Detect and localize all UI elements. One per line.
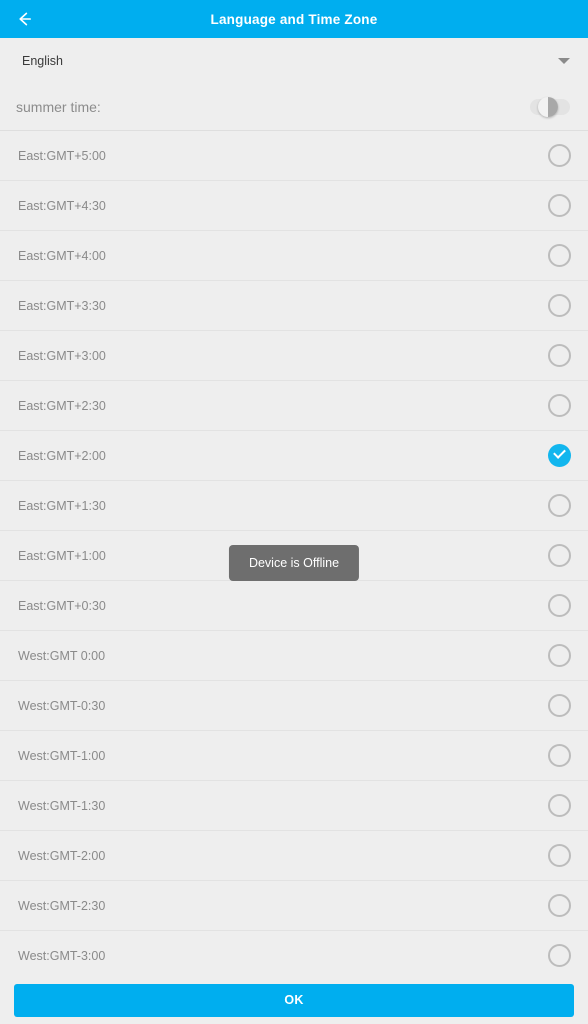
- timezone-row[interactable]: West:GMT-2:30: [0, 881, 588, 931]
- timezone-row[interactable]: East:GMT+2:30: [0, 381, 588, 431]
- footer-bar: OK: [0, 976, 588, 1024]
- radio-unselected-icon[interactable]: [548, 344, 571, 367]
- radio-unselected-icon[interactable]: [548, 594, 571, 617]
- radio-unselected-icon[interactable]: [548, 144, 571, 167]
- radio-unselected-icon[interactable]: [548, 194, 571, 217]
- timezone-row[interactable]: West:GMT-1:30: [0, 781, 588, 831]
- radio-selected-icon[interactable]: [548, 444, 571, 467]
- language-timezone-screen: Language and Time Zone English summer ti…: [0, 0, 588, 1024]
- timezone-row[interactable]: West:GMT-1:00: [0, 731, 588, 781]
- timezone-label: East:GMT+0:30: [18, 598, 106, 613]
- language-value: English: [22, 53, 63, 68]
- timezone-row[interactable]: West:GMT-2:00: [0, 831, 588, 881]
- app-bar: Language and Time Zone: [0, 0, 588, 38]
- language-select[interactable]: English: [0, 38, 588, 83]
- timezone-label: West:GMT-1:30: [18, 798, 106, 813]
- timezone-label: West:GMT-2:30: [18, 898, 106, 913]
- timezone-row[interactable]: West:GMT-0:30: [0, 681, 588, 731]
- timezone-row[interactable]: East:GMT+4:00: [0, 231, 588, 281]
- page-title: Language and Time Zone: [210, 11, 378, 27]
- timezone-row[interactable]: East:GMT+2:00: [0, 431, 588, 481]
- chevron-down-icon: [558, 57, 570, 64]
- timezone-label: East:GMT+3:00: [18, 348, 106, 363]
- timezone-row[interactable]: East:GMT+3:00: [0, 331, 588, 381]
- radio-unselected-icon[interactable]: [548, 794, 571, 817]
- timezone-label: East:GMT+2:30: [18, 398, 106, 413]
- summer-time-row: summer time:: [0, 83, 588, 131]
- timezone-label: East:GMT+4:30: [18, 198, 106, 213]
- radio-unselected-icon[interactable]: [548, 694, 571, 717]
- timezone-label: West:GMT-0:30: [18, 698, 106, 713]
- summer-time-label: summer time:: [16, 98, 101, 115]
- timezone-row[interactable]: West:GMT-3:00: [0, 931, 588, 976]
- radio-unselected-icon[interactable]: [548, 294, 571, 317]
- radio-unselected-icon[interactable]: [548, 944, 571, 967]
- timezone-label: West:GMT-2:00: [18, 848, 106, 863]
- ok-button[interactable]: OK: [14, 983, 574, 1017]
- timezone-label: East:GMT+2:00: [18, 448, 106, 463]
- toggle-knob: [538, 96, 558, 117]
- timezone-label: West:GMT 0:00: [18, 648, 106, 663]
- radio-unselected-icon[interactable]: [548, 394, 571, 417]
- timezone-label: East:GMT+5:00: [18, 148, 106, 163]
- radio-unselected-icon[interactable]: [548, 244, 571, 267]
- timezone-label: East:GMT+1:00: [18, 548, 106, 563]
- radio-unselected-icon[interactable]: [548, 544, 571, 567]
- timezone-row[interactable]: West:GMT 0:00: [0, 631, 588, 681]
- timezone-list[interactable]: East:GMT+5:00 East:GMT+4:30 East:GMT+4:00 E…: [0, 131, 588, 976]
- timezone-row[interactable]: East:GMT+3:30: [0, 281, 588, 331]
- radio-unselected-icon[interactable]: [548, 494, 571, 517]
- radio-unselected-icon[interactable]: [548, 894, 571, 917]
- timezone-row[interactable]: East:GMT+1:00: [0, 531, 588, 581]
- timezone-label: West:GMT-1:00: [18, 748, 106, 763]
- radio-unselected-icon[interactable]: [548, 644, 571, 667]
- timezone-label: East:GMT+1:30: [18, 498, 106, 513]
- timezone-row[interactable]: East:GMT+4:30: [0, 181, 588, 231]
- arrow-left-icon: [14, 9, 34, 29]
- timezone-row[interactable]: East:GMT+0:30: [0, 581, 588, 631]
- timezone-label: East:GMT+4:00: [18, 248, 106, 263]
- timezone-label: East:GMT+3:30: [18, 298, 106, 313]
- timezone-row[interactable]: East:GMT+1:30: [0, 481, 588, 531]
- timezone-label: West:GMT-3:00: [18, 948, 106, 963]
- radio-unselected-icon[interactable]: [548, 844, 571, 867]
- summer-time-toggle[interactable]: [530, 96, 570, 117]
- timezone-row[interactable]: East:GMT+5:00: [0, 131, 588, 181]
- back-button[interactable]: [0, 0, 48, 38]
- radio-unselected-icon[interactable]: [548, 744, 571, 767]
